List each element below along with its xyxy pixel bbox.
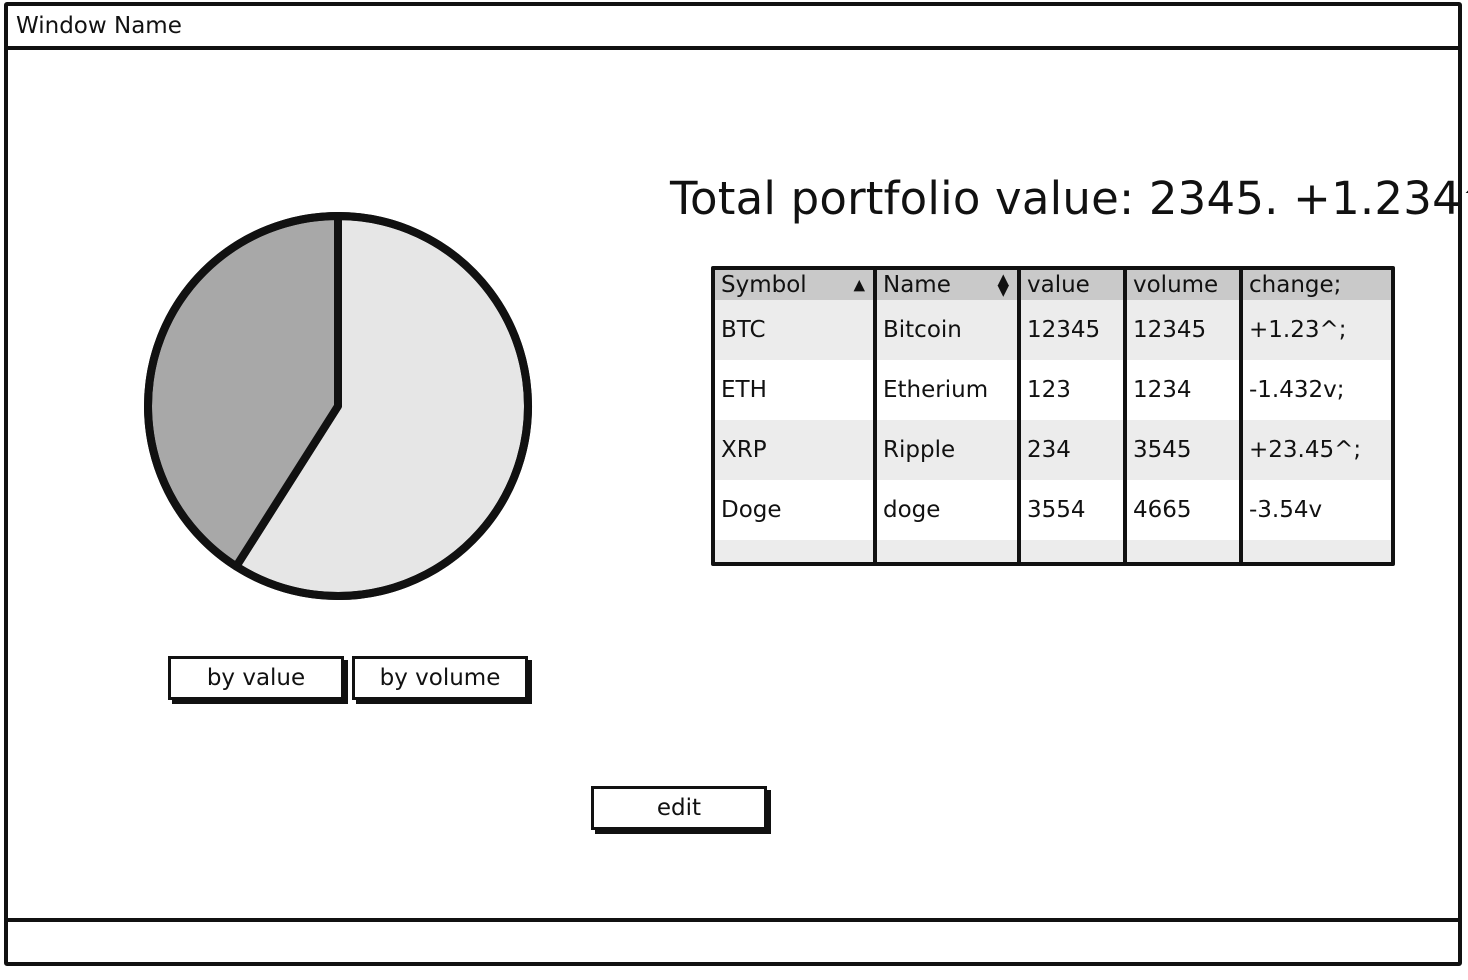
cell-name: doge <box>873 480 1019 540</box>
column-header-value[interactable]: value <box>1017 270 1125 300</box>
cell-name: Bitcoin <box>873 300 1019 360</box>
cell-value: 123 <box>1017 360 1125 420</box>
portfolio-pie-chart <box>144 212 532 600</box>
by-value-button[interactable]: by value <box>168 656 344 700</box>
cell-change: -3.54v <box>1239 480 1391 540</box>
empty-cell <box>1017 540 1125 562</box>
cell-name: Ripple <box>873 420 1019 480</box>
cell-value: 3554 <box>1017 480 1125 540</box>
table-empty-row <box>715 540 1391 562</box>
column-header-label: value <box>1027 272 1090 298</box>
empty-cell <box>873 540 1019 562</box>
edit-button[interactable]: edit <box>591 786 767 830</box>
empty-cell <box>1123 540 1241 562</box>
cell-volume: 3545 <box>1123 420 1241 480</box>
table-row[interactable]: ETH Etherium 123 1234 -1.432v; <box>715 360 1391 420</box>
column-header-volume[interactable]: volume <box>1123 270 1241 300</box>
cell-volume: 4665 <box>1123 480 1241 540</box>
table-row[interactable]: Doge doge 3554 4665 -3.54v <box>715 480 1391 540</box>
cell-symbol: Doge <box>715 480 875 540</box>
cell-change: +23.45^; <box>1239 420 1391 480</box>
table-header-row: Symbol ▲ Name ▲ ▼ value volume change; <box>715 270 1391 300</box>
cell-symbol: ETH <box>715 360 875 420</box>
sort-ascending-icon[interactable]: ▲ <box>853 277 865 293</box>
status-bar <box>8 918 1458 962</box>
cell-volume: 1234 <box>1123 360 1241 420</box>
cell-value: 234 <box>1017 420 1125 480</box>
cell-change: -1.432v; <box>1239 360 1391 420</box>
column-header-label: Name <box>883 272 951 298</box>
title-bar: Window Name <box>8 6 1458 50</box>
column-header-name[interactable]: Name ▲ ▼ <box>873 270 1019 300</box>
column-header-change[interactable]: change; <box>1239 270 1391 300</box>
column-header-label: change; <box>1249 272 1342 298</box>
sort-both-icon[interactable]: ▲ ▼ <box>997 271 1009 298</box>
empty-cell <box>1239 540 1391 562</box>
portfolio-table: Symbol ▲ Name ▲ ▼ value volume change; B… <box>711 266 1395 566</box>
column-header-label: Symbol <box>721 272 807 298</box>
table-row[interactable]: BTC Bitcoin 12345 12345 +1.23^; <box>715 300 1391 360</box>
cell-volume: 12345 <box>1123 300 1241 360</box>
cell-name: Etherium <box>873 360 1019 420</box>
empty-cell <box>715 540 875 562</box>
total-portfolio-value: Total portfolio value: 2345. +1.234^ <box>670 172 1468 225</box>
column-header-symbol[interactable]: Symbol ▲ <box>715 270 875 300</box>
cell-change: +1.23^; <box>1239 300 1391 360</box>
table-row[interactable]: XRP Ripple 234 3545 +23.45^; <box>715 420 1391 480</box>
by-volume-button[interactable]: by volume <box>352 656 528 700</box>
cell-symbol: XRP <box>715 420 875 480</box>
cell-value: 12345 <box>1017 300 1125 360</box>
column-header-label: volume <box>1133 272 1219 298</box>
window-title: Window Name <box>16 13 182 39</box>
cell-symbol: BTC <box>715 300 875 360</box>
